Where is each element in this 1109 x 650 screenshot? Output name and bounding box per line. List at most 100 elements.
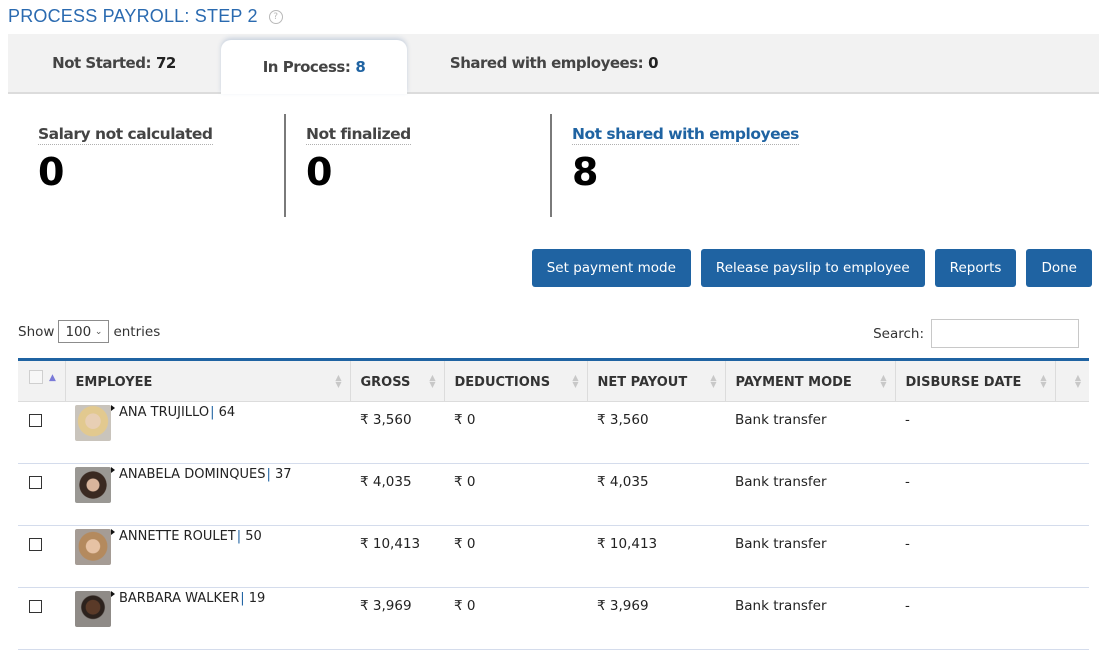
action-buttons: Set payment mode Release payslip to empl…	[531, 249, 1092, 287]
employee-name[interactable]: BARBARA WALKER	[119, 591, 239, 606]
page-title: PROCESS PAYROLL: STEP 2 ?	[8, 6, 283, 27]
done-button[interactable]: Done	[1026, 249, 1092, 287]
payment-mode-cell: Bank transfer	[725, 401, 895, 464]
release-payslip-button[interactable]: Release payslip to employee	[700, 249, 925, 287]
employee-name[interactable]: ANNETTE ROULET	[119, 529, 236, 544]
net-payout-cell: ₹ 3,969	[587, 587, 725, 650]
help-icon[interactable]: ?	[268, 9, 283, 24]
deductions-cell: ₹ 0	[444, 525, 587, 588]
disburse-date-cell: -	[895, 525, 1055, 588]
select-all-header[interactable]: ▲	[18, 361, 66, 402]
sort-icon: ▲ ▼	[880, 373, 887, 389]
tab-label: Shared with employees:	[449, 54, 644, 72]
avatar[interactable]	[75, 466, 115, 503]
search-input[interactable]	[931, 319, 1079, 348]
payment-mode-cell: Bank transfer	[725, 525, 895, 588]
search-control: Search:	[873, 319, 1079, 348]
column-header-extra[interactable]: ▲ ▼	[1055, 361, 1089, 402]
gross-cell: ₹ 10,413	[350, 525, 444, 588]
avatar[interactable]	[75, 590, 115, 627]
sort-icon: ▲ ▼	[1074, 373, 1081, 389]
stat-value: 8	[572, 150, 599, 194]
summary-stats: Salary not calculated 0 Not finalized 0 …	[0, 114, 1109, 218]
stat-not-finalized: Not finalized 0	[284, 114, 550, 217]
tab-label: In Process:	[262, 58, 351, 76]
employee-id: 50	[245, 528, 262, 544]
table-row[interactable]: ANNETTE ROULET| 50 ₹ 10,413 ₹ 0 ₹ 10,413…	[18, 525, 1089, 588]
payment-mode-cell: Bank transfer	[725, 587, 895, 650]
net-payout-cell: ₹ 10,413	[587, 525, 725, 588]
stat-salary-not-calculated: Salary not calculated 0	[18, 114, 284, 217]
set-payment-mode-button[interactable]: Set payment mode	[531, 249, 691, 287]
employee-id: 19	[248, 590, 266, 606]
search-label: Search:	[873, 325, 924, 342]
deductions-cell: ₹ 0	[444, 587, 587, 650]
avatar[interactable]	[75, 528, 115, 565]
stat-label-link[interactable]: Not shared with employees	[572, 125, 799, 145]
sort-icon: ▲ ▼	[1040, 373, 1047, 389]
table-row[interactable]: BARBARA WALKER| 19 ₹ 3,969 ₹ 0 ₹ 3,969 B…	[18, 587, 1089, 650]
page-length-value: 100	[65, 323, 92, 340]
column-header-gross[interactable]: GROSS ▲ ▼	[350, 361, 445, 402]
status-tabs: Not Started: 72 In Process: 8 Shared wit…	[8, 34, 1099, 94]
disburse-date-cell: -	[895, 463, 1055, 526]
payment-mode-cell: Bank transfer	[725, 463, 895, 526]
employee-id: 37	[274, 466, 292, 482]
deductions-cell: ₹ 0	[444, 401, 587, 464]
row-checkbox[interactable]	[29, 537, 42, 551]
gross-cell: ₹ 3,969	[350, 587, 444, 650]
reports-button[interactable]: Reports	[934, 249, 1017, 287]
sort-icon: ▲ ▼	[572, 373, 579, 389]
sort-icon: ▲ ▼	[429, 373, 436, 389]
sort-ascending-icon[interactable]: ▲	[49, 373, 56, 383]
page-length-control: Show 100 ⌄ entries	[18, 320, 160, 343]
select-all-checkbox[interactable]	[29, 370, 43, 384]
tab-count: 72	[155, 54, 176, 72]
chevron-down-icon: ⌄	[94, 326, 103, 337]
employee-cell: ANABELA DOMINQUES| 37	[75, 466, 340, 503]
stat-value: 0	[38, 150, 65, 194]
tab-not-started[interactable]: Not Started: 72	[8, 34, 220, 92]
table-row[interactable]: ANA TRUJILLO| 64 ₹ 3,560 ₹ 0 ₹ 3,560 Ban…	[18, 401, 1089, 464]
table-header-row: ▲ EMPLOYEE ▲ ▼ GROSS ▲ ▼ DEDUCTIONS ▲ ▼ NET PA…	[18, 361, 1089, 402]
row-checkbox[interactable]	[29, 475, 42, 489]
employee-name[interactable]: ANA TRUJILLO	[119, 405, 209, 420]
employee-table: ▲ EMPLOYEE ▲ ▼ GROSS ▲ ▼ DEDUCTIONS ▲ ▼ NET PA…	[18, 358, 1089, 650]
net-payout-cell: ₹ 3,560	[587, 401, 725, 464]
employee-name[interactable]: ANABELA DOMINQUES	[119, 467, 265, 482]
column-header-employee[interactable]: EMPLOYEE ▲ ▼	[65, 361, 351, 402]
disburse-date-cell: -	[895, 401, 1055, 464]
column-header-disburse-date[interactable]: DISBURSE DATE ▲ ▼	[895, 361, 1056, 402]
tab-label: Not Started:	[52, 54, 151, 72]
column-header-payment-mode[interactable]: PAYMENT MODE ▲ ▼	[725, 361, 896, 402]
employee-cell: ANA TRUJILLO| 64	[75, 404, 340, 441]
tab-count: 0	[648, 54, 659, 72]
disburse-date-cell: -	[895, 587, 1055, 650]
employee-cell: ANNETTE ROULET| 50	[75, 528, 340, 565]
tab-count: 8	[355, 58, 366, 76]
tab-shared-with-employees[interactable]: Shared with employees: 0	[408, 34, 700, 92]
column-header-net-payout[interactable]: NET PAYOUT ▲ ▼	[587, 361, 726, 402]
employee-cell: BARBARA WALKER| 19	[75, 590, 340, 627]
deductions-cell: ₹ 0	[444, 463, 587, 526]
sort-icon: ▲ ▼	[710, 373, 717, 389]
stat-label: Not finalized	[306, 125, 411, 145]
gross-cell: ₹ 3,560	[350, 401, 444, 464]
sort-icon: ▲ ▼	[335, 373, 342, 389]
avatar[interactable]	[75, 404, 115, 441]
column-header-deductions[interactable]: DEDUCTIONS ▲ ▼	[444, 361, 588, 402]
show-label: Show	[18, 323, 55, 340]
row-checkbox[interactable]	[29, 599, 42, 613]
gross-cell: ₹ 4,035	[350, 463, 444, 526]
employee-id: 64	[218, 404, 236, 420]
stat-label: Salary not calculated	[38, 125, 213, 145]
tab-in-process[interactable]: In Process: 8	[221, 40, 407, 94]
row-checkbox[interactable]	[29, 413, 42, 427]
stat-value: 0	[306, 150, 333, 194]
table-row[interactable]: ANABELA DOMINQUES| 37 ₹ 4,035 ₹ 0 ₹ 4,03…	[18, 463, 1089, 526]
net-payout-cell: ₹ 4,035	[587, 463, 725, 526]
page-length-select[interactable]: 100 ⌄	[58, 320, 110, 343]
stat-not-shared: Not shared with employees 8	[550, 114, 850, 217]
entries-label: entries	[113, 323, 161, 340]
page-title-text: PROCESS PAYROLL: STEP 2	[8, 6, 258, 26]
